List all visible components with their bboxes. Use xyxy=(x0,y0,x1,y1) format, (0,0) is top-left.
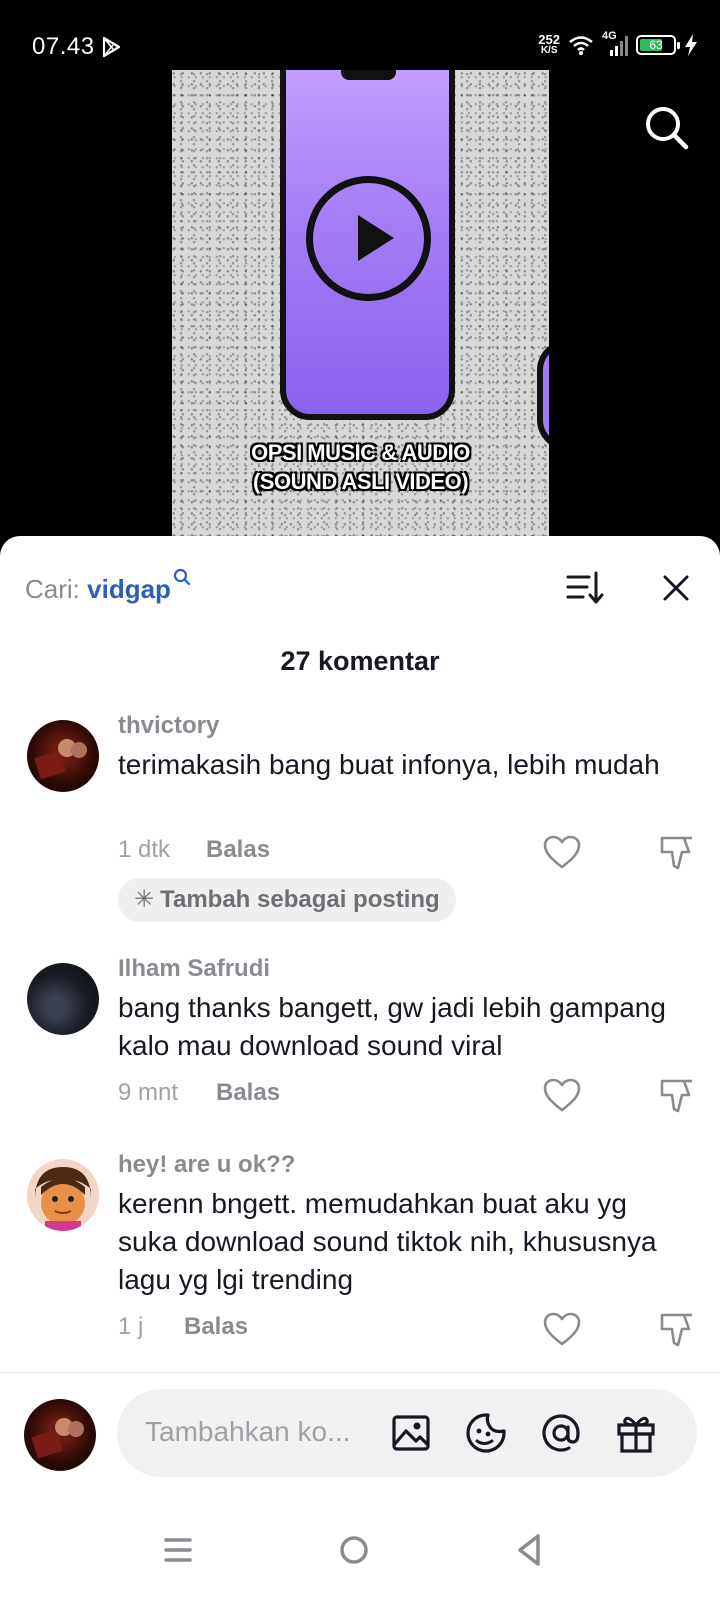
comments-header: Cari: vidgap 27 komentar xyxy=(0,536,720,676)
add-as-post-label: Tambah sebagai posting xyxy=(160,886,440,913)
my-avatar xyxy=(24,1399,96,1471)
status-bar: 07.43 252 K/S 4G 63 xyxy=(0,0,720,70)
comment-time: 9 mnt xyxy=(118,1079,179,1106)
reply-button[interactable]: Balas xyxy=(216,1079,280,1107)
video-player[interactable]: OPSI MUSIC & AUDIO (SOUND ASLI VIDEO) xyxy=(0,70,720,540)
avatar[interactable] xyxy=(27,1159,99,1231)
search-prefix: Cari: xyxy=(25,574,80,604)
comment-time: 1 dtk xyxy=(118,836,171,863)
video-caption-line2: (SOUND ASLI VIDEO) xyxy=(252,469,469,494)
dislike-icon[interactable] xyxy=(656,832,696,872)
avatar[interactable] xyxy=(27,963,99,1035)
menu-nav-icon[interactable] xyxy=(158,1530,198,1570)
dislike-icon[interactable] xyxy=(656,1075,696,1115)
comment-username[interactable]: thvictory xyxy=(118,712,219,740)
comment-username[interactable]: Ilham Safrudi xyxy=(118,955,270,983)
status-icons: 252 K/S 4G 63 xyxy=(538,30,698,60)
comment-count: 27 komentar xyxy=(280,646,440,676)
home-nav-icon[interactable] xyxy=(334,1530,374,1570)
status-time: 07.43 xyxy=(32,33,95,60)
close-icon[interactable] xyxy=(658,570,694,606)
net-speed-value: 252 xyxy=(538,32,560,47)
comment-username[interactable]: hey! are u ok?? xyxy=(118,1151,295,1179)
heart-icon[interactable] xyxy=(542,834,582,870)
back-nav-icon[interactable] xyxy=(510,1530,550,1570)
signal-icon: 4G xyxy=(602,30,628,58)
play-store-icon xyxy=(102,36,121,58)
video-caption: OPSI MUSIC & AUDIO (SOUND ASLI VIDEO) xyxy=(172,438,549,496)
charging-icon xyxy=(685,34,697,56)
wifi-icon xyxy=(569,36,593,55)
net-speed: 252 K/S xyxy=(538,32,560,56)
heart-icon[interactable] xyxy=(542,1077,582,1113)
phone-illustration xyxy=(280,70,455,420)
avatar[interactable] xyxy=(27,720,99,792)
gift-icon[interactable] xyxy=(614,1411,658,1455)
battery-icon: 63 xyxy=(636,35,680,55)
video-frame: OPSI MUSIC & AUDIO (SOUND ASLI VIDEO) xyxy=(172,70,549,540)
heart-icon[interactable] xyxy=(542,1311,582,1347)
comment-input-placeholder: Tambahkan ko... xyxy=(145,1416,351,1447)
video-caption-line1: OPSI MUSIC & AUDIO xyxy=(251,440,470,465)
sort-icon[interactable] xyxy=(565,568,605,608)
sticker-icon[interactable] xyxy=(464,1411,508,1455)
comment-input[interactable]: Tambahkan ko... xyxy=(117,1389,697,1477)
add-as-post-chip[interactable]: ✳ Tambah sebagai posting xyxy=(118,878,456,922)
comment-text: bang thanks bangett, gw jadi lebih gampa… xyxy=(118,992,666,1061)
comment-time: 1 j xyxy=(118,1313,144,1340)
comment-input-bar: Tambahkan ko... xyxy=(0,1372,720,1500)
search-term[interactable]: vidgap xyxy=(87,574,171,604)
comment-text: kerenn bngett. memudahkan buat aku yg su… xyxy=(118,1188,657,1295)
sparkle-icon: ✳ xyxy=(134,886,155,913)
battery-level: 63 xyxy=(649,38,663,52)
image-icon[interactable] xyxy=(389,1411,433,1455)
play-circle-icon xyxy=(306,176,431,301)
search-icon[interactable] xyxy=(644,105,690,151)
search-suggestion[interactable]: Cari: vidgap xyxy=(25,568,191,605)
comment-text: terimakasih bang buat infonya, lebih mud… xyxy=(118,749,660,780)
reply-button[interactable]: Balas xyxy=(184,1313,248,1341)
system-nav-bar xyxy=(0,1500,720,1600)
reply-button[interactable]: Balas xyxy=(206,836,270,864)
mention-icon[interactable] xyxy=(539,1411,583,1455)
phone-illustration-edge xyxy=(537,340,549,450)
dislike-icon[interactable] xyxy=(656,1309,696,1349)
net-speed-unit: K/S xyxy=(540,45,558,56)
search-suggestion-icon xyxy=(173,568,191,586)
